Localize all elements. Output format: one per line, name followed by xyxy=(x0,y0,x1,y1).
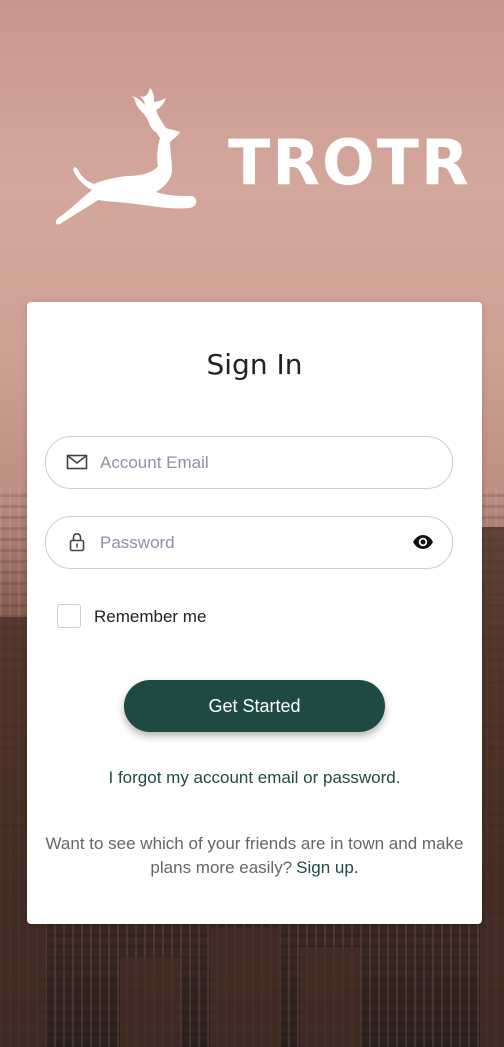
email-field[interactable]: Account Email xyxy=(45,436,453,489)
get-started-button[interactable]: Get Started xyxy=(124,680,385,732)
brand-logo: TROTR xyxy=(52,86,469,236)
lock-icon xyxy=(69,532,85,552)
page-title: Sign In xyxy=(206,348,303,381)
email-placeholder: Account Email xyxy=(100,453,209,472)
password-placeholder: Password xyxy=(100,533,175,552)
deer-icon xyxy=(55,88,197,225)
signin-card: Sign In Account Email Password Remember … xyxy=(27,302,482,924)
password-field[interactable]: Password xyxy=(45,516,453,569)
signup-prompt: Want to see which of your friends are in… xyxy=(45,834,464,877)
brand-name: TROTR xyxy=(228,126,471,199)
envelope-icon xyxy=(66,454,88,470)
remember-label: Remember me xyxy=(94,607,207,626)
eye-icon[interactable] xyxy=(412,531,434,553)
forgot-link[interactable]: I forgot my account email or password. xyxy=(27,768,482,788)
signup-link[interactable]: Sign up. xyxy=(296,858,358,877)
remember-checkbox[interactable] xyxy=(57,604,81,628)
signup-section: Want to see which of your friends are in… xyxy=(41,832,468,880)
